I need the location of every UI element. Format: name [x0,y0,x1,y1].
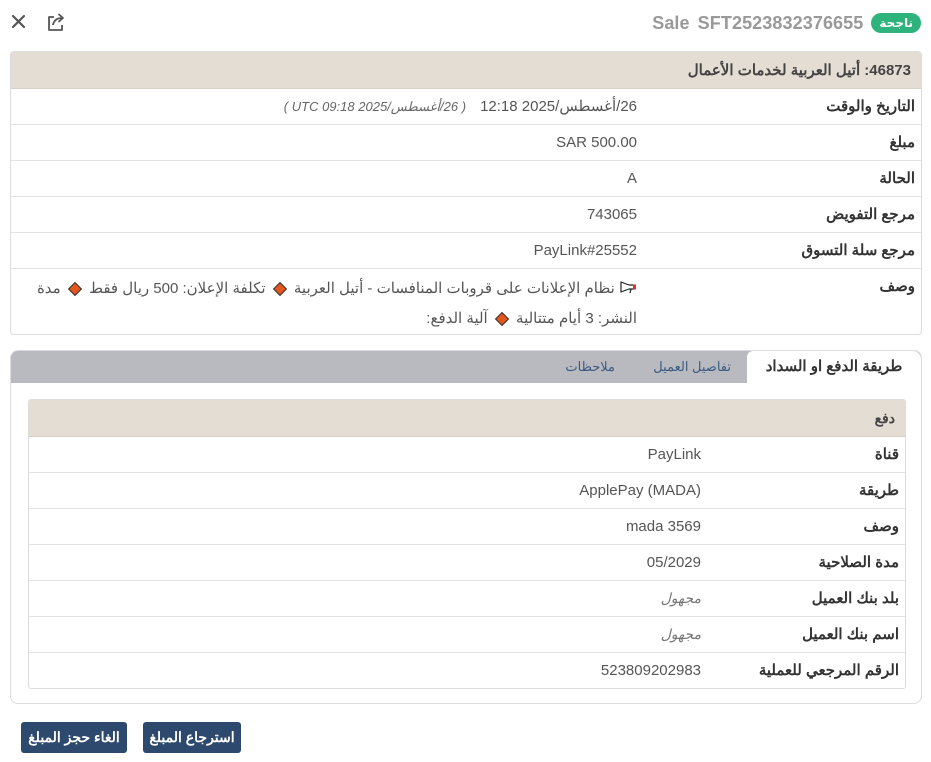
transaction-type: Sale [652,12,690,33]
payment-value: مجهول [660,627,701,643]
payment-value: ApplePay (MADA) [579,482,701,499]
dialog-header: Sale SFT2523832376655 ناجحة [0,0,931,46]
transaction-title-text: Sale SFT2523832376655 [652,13,863,34]
transaction-details-card: 46873: أتيل العربية لخدمات الأعمال التار… [10,51,922,335]
payment-row: بلد بنك العميل مجهول [29,581,905,617]
payment-row: الرقم المرجعي للعملية 523809202983 [29,653,905,688]
cancel-hold-button[interactable]: الغاء حجز المبلغ [21,722,127,753]
tabs-card: طريقة الدفع او السداد تفاصيل العميل ملاح… [10,350,922,704]
description-part: آلية الدفع: [426,309,488,327]
payment-value: مجهول [660,591,701,607]
detail-label: الحالة [879,170,915,187]
detail-label: مبلغ [889,134,915,151]
share-icon[interactable] [45,11,67,33]
payment-row: مدة الصلاحية 05/2029 [29,545,905,581]
datetime-utc: ( 26/أغسطس/2025 09:18 UTC ) [283,99,467,114]
tab-customer-details[interactable]: تفاصيل العميل [653,351,731,383]
detail-value: SAR 500.00 [556,134,637,151]
payment-row: وصف mada 3569 [29,509,905,545]
payment-row: قناة PayLink [29,437,905,473]
tab-payment-method[interactable]: طريقة الدفع او السداد [747,351,921,383]
detail-value: PayLink#25552 [533,242,637,259]
payment-table: دفع قناة PayLink طريقة ApplePay (MADA) و… [28,399,906,689]
detail-value: 743065 [586,206,637,223]
detail-label: مرجع التفويض [826,206,915,223]
payment-value: 523809202983 [600,662,701,679]
payment-value: 05/2029 [646,554,701,571]
payment-label: بلد بنك العميل [811,590,899,607]
orange-diamond-icon [67,281,82,297]
payment-label: مدة الصلاحية [818,554,899,571]
refund-button[interactable]: استرجاع المبلغ [143,722,241,753]
detail-row-auth-ref: مرجع التفويض 743065 [11,197,921,233]
detail-label: وصف [879,278,915,295]
detail-value: 26/أغسطس/2025 12:18 ( 26/أغسطس/2025 09:18… [284,89,637,125]
description-text: نظام الإعلانات على قروبات المنافسات - أت… [21,274,637,333]
payment-label: اسم بنك العميل [802,626,899,643]
tab-notes[interactable]: ملاحظات [565,351,615,383]
transaction-title: Sale SFT2523832376655 ناجحة [652,11,921,35]
transaction-id: SFT2523832376655 [697,12,864,33]
status-badge: ناجحة [871,13,921,33]
datetime-local: 26/أغسطس/2025 12:18 [480,98,637,115]
orange-diamond-icon [272,281,287,297]
detail-label: مرجع سلة التسوق [801,242,915,259]
payment-value: mada 3569 [625,518,701,535]
detail-row-cart-ref: مرجع سلة التسوق PayLink#25552 [11,233,921,269]
detail-row-amount: مبلغ SAR 500.00 [11,125,921,161]
megaphone-icon [619,275,637,304]
merchant-heading: 46873: أتيل العربية لخدمات الأعمال [11,52,921,89]
close-icon[interactable] [9,12,29,32]
payment-heading: دفع [29,400,905,437]
payment-row: طريقة ApplePay (MADA) [29,473,905,509]
payment-label: وصف [863,518,899,535]
detail-row-status: الحالة A [11,161,921,197]
description-part: نظام الإعلانات على قروبات المنافسات - أت… [293,280,615,297]
payment-value: PayLink [647,446,701,463]
payment-label: طريقة [858,482,899,499]
orange-diamond-icon [494,311,509,326]
tab-bar: طريقة الدفع او السداد تفاصيل العميل ملاح… [11,351,921,383]
detail-row-datetime: التاريخ والوقت 26/أغسطس/2025 12:18 ( 26/أ… [11,89,921,125]
description-part: تكلفة الإعلان: 500 ريال فقط [89,280,266,297]
payment-label: الرقم المرجعي للعملية [758,662,899,679]
payment-row: اسم بنك العميل مجهول [29,617,905,653]
detail-label: التاريخ والوقت [826,98,915,115]
payment-label: قناة [874,446,899,463]
detail-row-description: وصف نظام الإعلانات على قروبات المنافسات … [11,269,921,333]
detail-value: A [626,170,637,187]
